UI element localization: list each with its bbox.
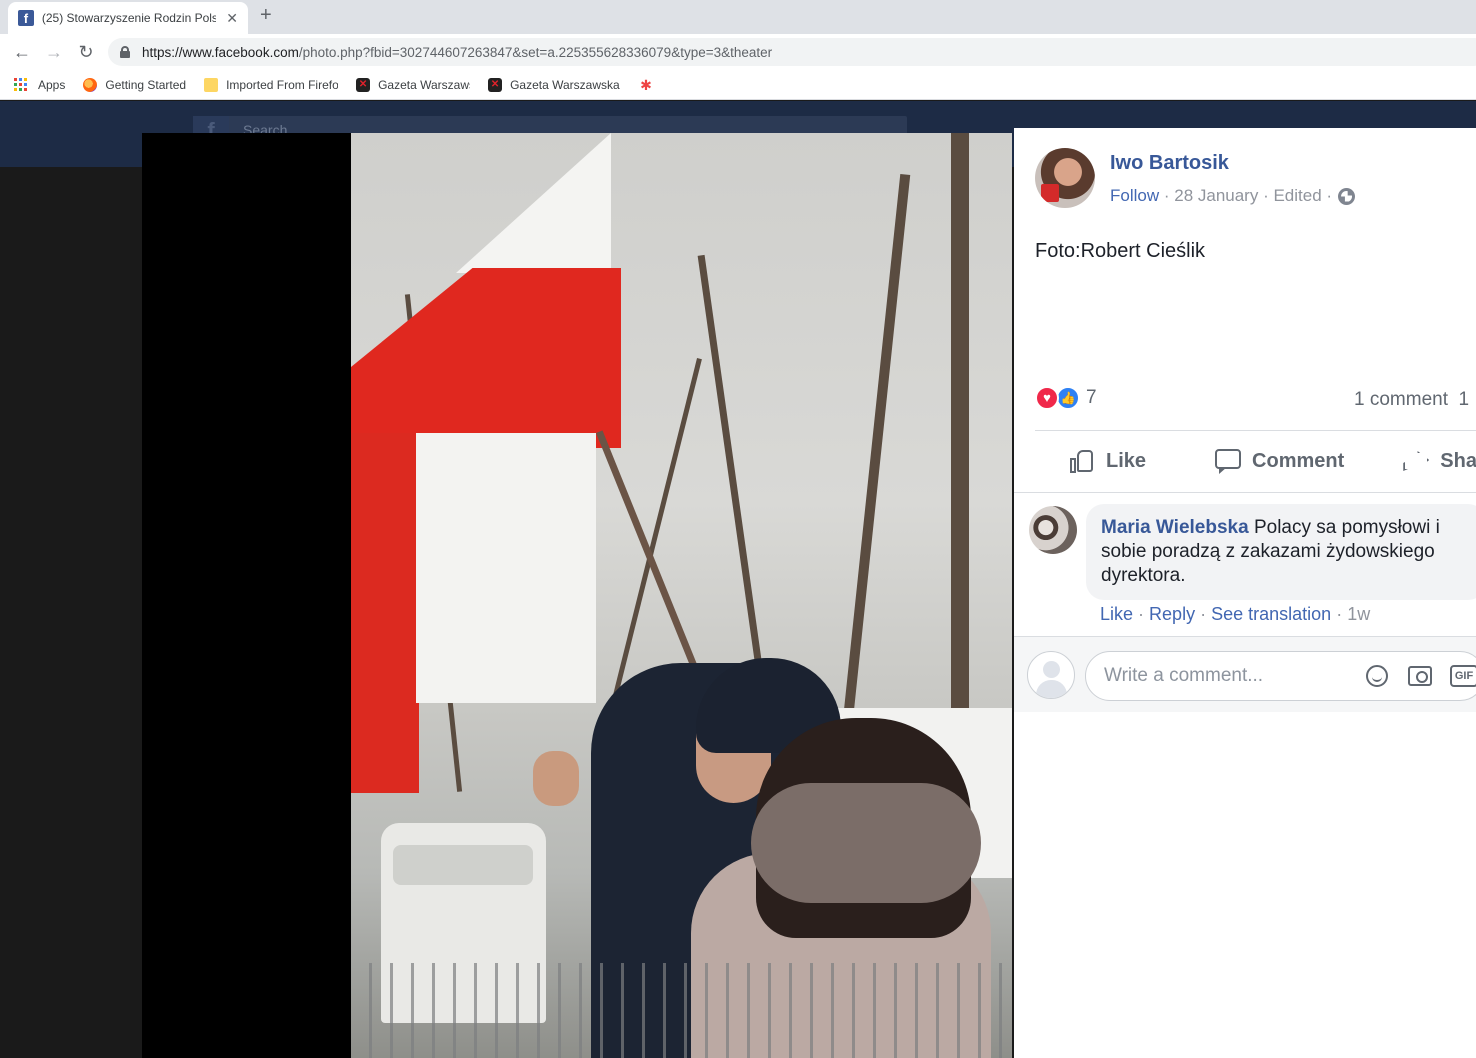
- person-hand: [533, 751, 579, 806]
- post-date[interactable]: 28 January: [1174, 186, 1258, 206]
- photo-viewer[interactable]: [142, 133, 1012, 1058]
- comment-age[interactable]: 1w: [1347, 604, 1370, 624]
- bookmark-gazeta-warszawska[interactable]: ✕ Gazeta Warszawska: [356, 77, 470, 92]
- bookmark-label: Apps: [38, 77, 66, 92]
- flag-red-stripe: [351, 268, 621, 448]
- separator: ·: [1336, 604, 1348, 624]
- facebook-favicon-icon: f: [18, 10, 34, 26]
- comment-composer: Write a comment... GIF: [1014, 636, 1476, 712]
- bookmark-gazeta-warszawska-2[interactable]: ✕ Gazeta Warszawska -: [488, 77, 623, 92]
- post-side-panel: Iwo Bartosik Follow · 28 January · Edite…: [1014, 128, 1476, 1058]
- divider: [1035, 430, 1476, 431]
- url-path: /photo.php?fbid=302744607263847&set=a.22…: [298, 44, 773, 60]
- comment-button[interactable]: Comment: [1214, 448, 1344, 474]
- love-reaction-icon: ♥: [1035, 386, 1059, 410]
- tab-title: (25) Stowarzyszenie Rodzin Polsk: [41, 11, 217, 25]
- browser-tabstrip: f (25) Stowarzyszenie Rodzin Polsk ✕ +: [0, 0, 1476, 34]
- bookmark-joomla[interactable]: ✱: [640, 78, 662, 92]
- comments-shares-count[interactable]: 1 comment 1: [1354, 389, 1469, 411]
- comment-like-link[interactable]: Like: [1100, 604, 1133, 624]
- tab-close-icon[interactable]: ✕: [226, 10, 238, 27]
- firefox-icon: [83, 77, 98, 92]
- commenter-avatar[interactable]: [1029, 506, 1077, 554]
- apps-grid-icon: [14, 77, 28, 92]
- comment-bubble-icon: [1214, 448, 1242, 474]
- tree-trunk: [951, 133, 969, 753]
- globe-icon[interactable]: [1338, 187, 1356, 205]
- comment-actions: Like · Reply · See translation · 1w: [1100, 604, 1370, 625]
- back-icon[interactable]: ←: [6, 42, 38, 63]
- post-caption: Foto:Robert Cieślik: [1035, 240, 1206, 262]
- address-bar[interactable]: https://www.facebook.com/photo.php?fbid=…: [108, 38, 1476, 66]
- bookmark-label: Imported From Firefox: [226, 77, 339, 92]
- bookmark-apps[interactable]: Apps: [14, 77, 66, 92]
- like-button[interactable]: Like: [1068, 448, 1146, 474]
- gazeta-icon: ✕: [356, 77, 371, 92]
- like-label: Like: [1106, 449, 1147, 472]
- reaction-count: 7: [1086, 387, 1097, 408]
- comment-label: Comment: [1252, 449, 1345, 472]
- camera-icon[interactable]: [1408, 666, 1432, 686]
- shares-count[interactable]: 1: [1459, 389, 1470, 410]
- url-text: https://www.facebook.com/photo.php?fbid=…: [142, 45, 772, 60]
- bookmark-label: Getting Started: [105, 77, 187, 92]
- bookmark-label: Gazeta Warszawska -: [510, 77, 623, 92]
- forward-icon[interactable]: →: [38, 42, 70, 63]
- thumbs-up-icon: [1068, 448, 1096, 474]
- share-label: Share: [1440, 449, 1476, 472]
- separator: ·: [1138, 604, 1150, 624]
- metal-fence: [351, 963, 1012, 1058]
- van-window: [393, 845, 533, 885]
- emoji-icon[interactable]: [1366, 665, 1388, 687]
- browser-tab[interactable]: f (25) Stowarzyszenie Rodzin Polsk ✕: [8, 2, 248, 34]
- gazeta-icon: ✕: [488, 77, 503, 92]
- edited-label[interactable]: Edited: [1273, 186, 1321, 206]
- post-photo[interactable]: [351, 133, 1012, 1058]
- flag-red-stripe: [351, 433, 419, 793]
- comment-bubble: Maria Wielebska Polacy sa pomysłowi i so…: [1086, 504, 1476, 600]
- meta-separator: ·: [1258, 186, 1274, 205]
- share-arrow-icon: [1402, 448, 1430, 474]
- separator: ·: [1200, 604, 1212, 624]
- bookmark-imported-from-firefox[interactable]: Imported From Firefox: [204, 77, 339, 92]
- browser-toolbar: ← → ↻ https://www.facebook.com/photo.php…: [0, 34, 1476, 70]
- current-user-avatar: [1027, 651, 1075, 699]
- composer-icons: GIF: [1366, 665, 1476, 687]
- flag-white-stripe: [416, 433, 596, 703]
- flag-white-stripe: [456, 133, 611, 273]
- reactions-summary[interactable]: ♥ 👍 7: [1035, 386, 1097, 410]
- like-reaction-icon: 👍: [1056, 386, 1080, 410]
- fur-hood: [751, 783, 981, 903]
- folder-icon: [204, 77, 219, 92]
- see-translation-link[interactable]: See translation: [1211, 604, 1331, 624]
- meta-separator: ·: [1321, 186, 1333, 205]
- share-button[interactable]: Share: [1402, 448, 1476, 474]
- reload-icon[interactable]: ↻: [70, 42, 102, 63]
- meta-separator: ·: [1159, 186, 1175, 205]
- lock-icon: [120, 46, 130, 58]
- follow-link[interactable]: Follow: [1110, 186, 1159, 206]
- comments-count[interactable]: 1 comment: [1354, 389, 1448, 410]
- gif-icon[interactable]: GIF: [1450, 665, 1476, 687]
- post-meta: Follow · 28 January · Edited ·: [1110, 186, 1356, 206]
- author-name[interactable]: Iwo Bartosik: [1110, 152, 1229, 175]
- bookmark-label: Gazeta Warszawska: [378, 77, 470, 92]
- post-actions: Like Comment Share: [1035, 442, 1476, 480]
- tree-trunk: [841, 174, 911, 732]
- commenter-name[interactable]: Maria Wielebska: [1101, 517, 1249, 538]
- bookmark-getting-started[interactable]: Getting Started: [83, 77, 187, 92]
- joomla-icon: ✱: [640, 76, 652, 93]
- author-avatar[interactable]: [1035, 148, 1095, 208]
- new-tab-icon[interactable]: +: [260, 4, 272, 27]
- comment-reply-link[interactable]: Reply: [1149, 604, 1195, 624]
- url-host: https://www.facebook.com: [142, 44, 299, 60]
- bookmarks-bar: Apps Getting Started Imported From Firef…: [0, 70, 1476, 100]
- badge-icon: [1041, 184, 1059, 202]
